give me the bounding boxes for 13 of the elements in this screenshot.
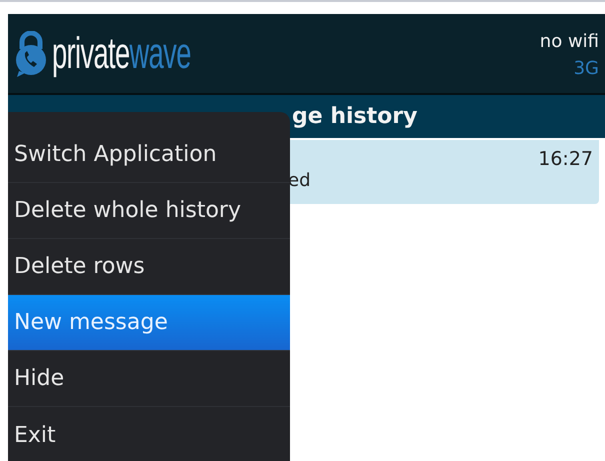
screen-title: ge history xyxy=(292,104,418,129)
logo-text: private xyxy=(52,28,130,78)
wifi-status: no wifi xyxy=(540,30,599,54)
message-time: 16:27 xyxy=(538,148,593,170)
message-preview: ed xyxy=(288,170,312,191)
network-type: 3G xyxy=(574,57,599,81)
menu-item[interactable]: Delete whole history xyxy=(8,183,290,239)
menu-item[interactable]: New message xyxy=(8,295,290,351)
menu-item[interactable]: Hide xyxy=(8,351,290,407)
lock-phone-icon xyxy=(14,30,48,76)
logo-text-accent: wave xyxy=(130,28,191,78)
menu-item[interactable]: Exit xyxy=(8,407,290,461)
menu-item[interactable]: Switch Application xyxy=(8,127,290,183)
